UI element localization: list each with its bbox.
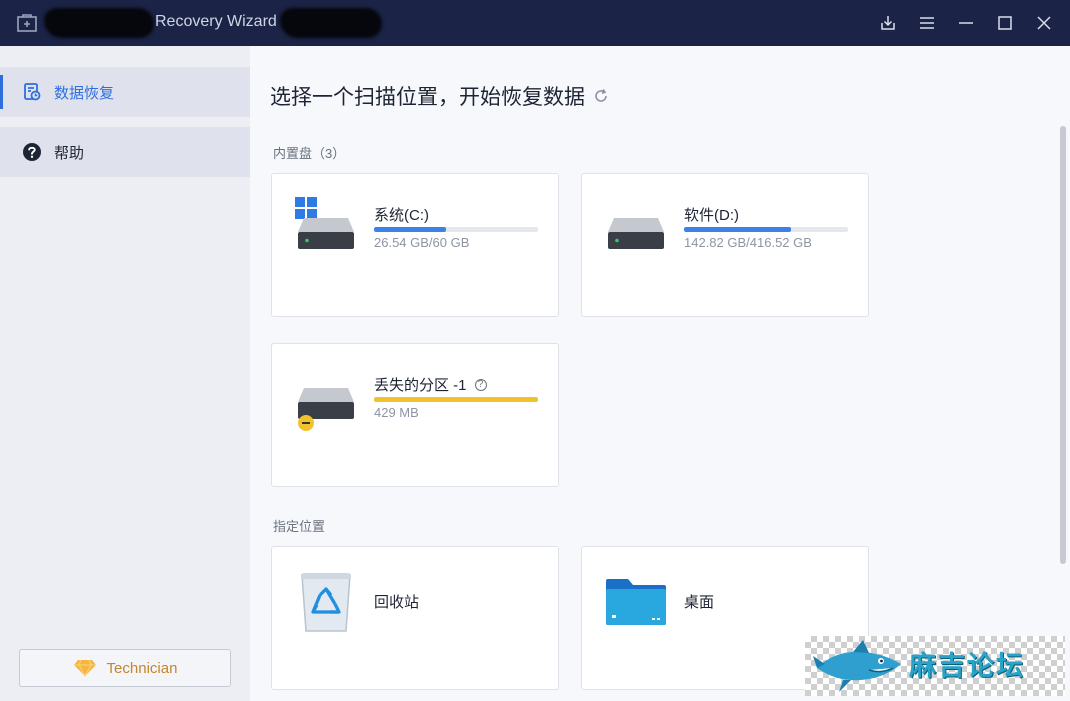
- drive-name: 丢失的分区 -1: [374, 377, 467, 394]
- maximize-button[interactable]: [992, 10, 1018, 36]
- download-button[interactable]: [875, 10, 901, 36]
- watermark-text: 麻吉论坛: [909, 651, 1025, 681]
- main-panel: 选择一个扫描位置，开始恢复数据 内置盘（3） 系统(C:) 26.54 GB/6…: [250, 46, 1070, 701]
- forum-watermark: 麻吉论坛: [805, 636, 1065, 696]
- recycle-bin-icon: [301, 573, 351, 632]
- drive-name: 系统(C:): [374, 207, 429, 224]
- sidebar-item-label: 数据恢复: [54, 84, 115, 102]
- title-redaction: [44, 8, 154, 38]
- download-icon: [881, 16, 895, 30]
- drive-name: 软件(D:): [684, 207, 739, 224]
- lost-partition-card[interactable]: 丢失的分区 -1 ? 429 MB: [271, 343, 559, 487]
- help-icon: [23, 143, 41, 161]
- maximize-icon: [998, 16, 1012, 30]
- scrollbar[interactable]: [1060, 126, 1066, 564]
- diamond-icon: [73, 659, 96, 677]
- drive-usage-bar: [374, 227, 538, 232]
- drive-usage-bar: [684, 227, 848, 232]
- drive-card-d[interactable]: 软件(D:) 142.82 GB/416.52 GB: [581, 173, 869, 317]
- drive-size: 26.54 GB/60 GB: [374, 235, 470, 250]
- minimize-icon: [959, 22, 973, 24]
- window-title: Recovery Wizard: [155, 13, 277, 30]
- drive-size: 429 MB: [374, 405, 419, 420]
- location-name: 桌面: [684, 594, 715, 611]
- refresh-icon[interactable]: [593, 88, 609, 104]
- question-icon[interactable]: ?: [474, 378, 487, 391]
- drive-usage-fill: [684, 227, 791, 232]
- title-redaction-2: [280, 8, 382, 38]
- partition-name-row: 丢失的分区 -1 ?: [374, 374, 487, 395]
- hard-drive-icon: [298, 218, 354, 249]
- page-title: 选择一个扫描位置，开始恢复数据: [270, 81, 609, 111]
- shark-logo-icon: [813, 640, 901, 692]
- drive-usage-fill: [374, 397, 538, 402]
- sidebar: 数据恢复 帮助 Technician: [0, 46, 250, 701]
- menu-button[interactable]: [914, 10, 940, 36]
- app-logo-icon: [17, 14, 37, 32]
- internal-drives-label: 内置盘（3）: [273, 146, 346, 161]
- drive-usage-bar: [374, 397, 538, 402]
- location-card-recycle-bin[interactable]: 回收站: [271, 546, 559, 690]
- folder-icon: [606, 579, 666, 625]
- locations-label: 指定位置: [273, 519, 326, 534]
- close-button[interactable]: [1031, 10, 1057, 36]
- menu-icon: [920, 17, 934, 29]
- title-bar: Recovery Wizard: [0, 0, 1070, 46]
- sidebar-item-label: 帮助: [54, 144, 85, 162]
- sidebar-item-help[interactable]: 帮助: [0, 127, 250, 177]
- location-name: 回收站: [374, 594, 420, 611]
- page-title-text: 选择一个扫描位置，开始恢复数据: [270, 86, 585, 109]
- drive-usage-fill: [374, 227, 447, 232]
- drive-size: 142.82 GB/416.52 GB: [684, 235, 812, 250]
- drive-card-c[interactable]: 系统(C:) 26.54 GB/60 GB: [271, 173, 559, 317]
- sidebar-item-data-recovery[interactable]: 数据恢复: [0, 67, 250, 117]
- hard-drive-icon: [608, 218, 664, 249]
- technician-label: Technician: [106, 659, 178, 677]
- data-recovery-icon: [24, 83, 41, 101]
- hard-drive-icon: [298, 388, 354, 431]
- technician-button[interactable]: Technician: [19, 649, 231, 687]
- minimize-button[interactable]: [953, 10, 979, 36]
- close-icon: [1037, 16, 1051, 30]
